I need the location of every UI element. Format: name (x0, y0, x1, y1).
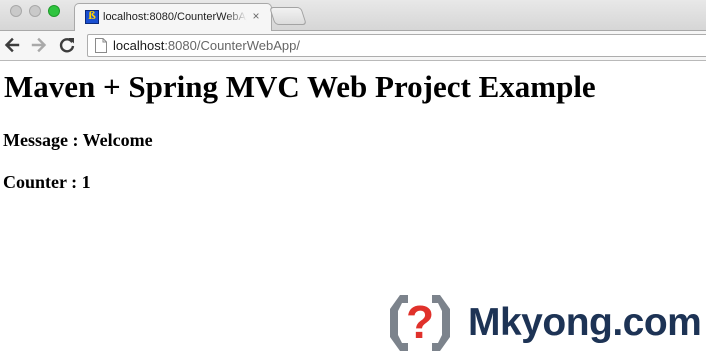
back-arrow-icon (4, 37, 20, 53)
mkyong-logo-icon: ? (390, 295, 450, 351)
url-host: localhost (113, 38, 165, 53)
forward-arrow-icon (31, 37, 47, 53)
zoom-window-button[interactable] (48, 5, 60, 17)
tab-close-icon[interactable]: × (250, 10, 262, 22)
forward-button[interactable] (29, 35, 49, 55)
logo-text: Mkyong.com (468, 301, 702, 344)
message-text: Message : Welcome (3, 130, 153, 150)
reload-icon (59, 38, 75, 53)
logo-question-mark: ? (406, 296, 434, 348)
mkyong-logo: ? Mkyong.com (388, 293, 706, 353)
counter-text: Counter : 1 (3, 172, 91, 192)
favicon-icon: ß (85, 10, 99, 24)
close-window-button[interactable] (10, 5, 22, 17)
new-tab-button[interactable] (269, 7, 307, 25)
browser-window: ß localhost:8080/CounterWebApp/ × localh… (0, 0, 706, 360)
minimize-window-button[interactable] (29, 5, 41, 17)
reload-button[interactable] (57, 35, 77, 55)
url-path: :8080/CounterWebApp/ (164, 38, 300, 53)
tab-strip: ß localhost:8080/CounterWebApp/ × (0, 0, 706, 31)
tab-title: localhost:8080/CounterWebApp/ (103, 11, 247, 23)
back-button[interactable] (2, 35, 22, 55)
browser-toolbar: localhost:8080/CounterWebApp/ (0, 31, 706, 61)
url-text: localhost:8080/CounterWebApp/ (113, 38, 300, 54)
page-title: Maven + Spring MVC Web Project Example (4, 69, 596, 104)
tab-counterwebapp[interactable]: ß localhost:8080/CounterWebApp/ × (74, 3, 272, 31)
address-bar[interactable]: localhost:8080/CounterWebApp/ (87, 34, 706, 57)
page-icon (95, 38, 107, 53)
